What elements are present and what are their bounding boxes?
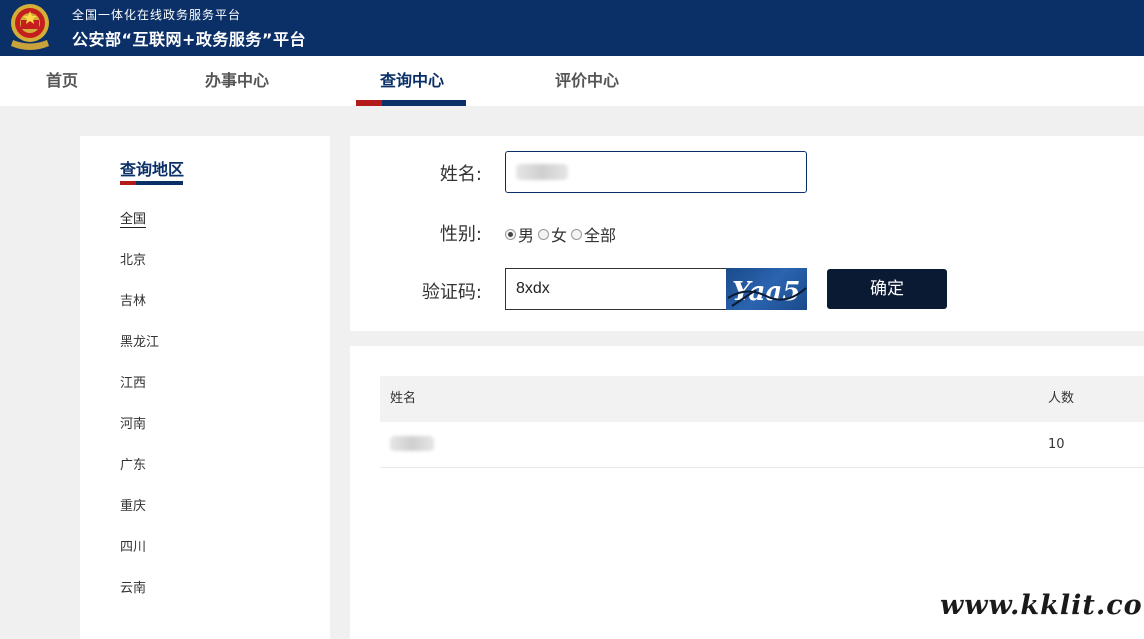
region-item-jiangxi[interactable]: 江西 bbox=[120, 372, 159, 413]
region-sidebar: 查询地区 全国 北京 吉林 黑龙江 江西 河南 广东 重庆 四川 云南 bbox=[80, 136, 330, 639]
site-header: 全国一体化在线政务服务平台 公安部“互联网+政务服务”平台 bbox=[0, 0, 1144, 56]
query-form: 姓名: 性别: 男 女 全部 验证码: 8xdx Yaa5 确定 bbox=[350, 136, 1144, 331]
police-emblem-icon bbox=[11, 4, 49, 50]
region-item-guangdong[interactable]: 广东 bbox=[120, 454, 159, 495]
name-input[interactable] bbox=[505, 151, 807, 193]
column-header-name: 姓名 bbox=[390, 391, 417, 406]
region-item-sichuan[interactable]: 四川 bbox=[120, 536, 159, 577]
region-item-chongqing[interactable]: 重庆 bbox=[120, 495, 159, 536]
table-row: 10 bbox=[380, 422, 1144, 468]
region-item-heilongjiang[interactable]: 黑龙江 bbox=[120, 331, 159, 372]
captcha-image-icon: Yaa5 bbox=[727, 277, 807, 307]
column-header-count: 人数 bbox=[1048, 391, 1075, 406]
gender-all-label: 全部 bbox=[584, 226, 617, 245]
header-title: 公安部“互联网+政务服务”平台 bbox=[72, 30, 306, 49]
gender-female-label: 女 bbox=[551, 226, 568, 245]
gender-male-label: 男 bbox=[518, 226, 535, 245]
region-item-beijing[interactable]: 北京 bbox=[120, 249, 159, 290]
region-item-jilin[interactable]: 吉林 bbox=[120, 290, 159, 331]
radio-checked-icon bbox=[505, 228, 516, 240]
results-table-header: 姓名 人数 bbox=[380, 376, 1144, 422]
nav-evaluation-center[interactable]: 评价中心 bbox=[555, 56, 619, 106]
gender-label: 性别: bbox=[439, 224, 482, 245]
nav-query-center[interactable]: 查询中心 bbox=[380, 56, 444, 106]
region-item-nationwide[interactable]: 全国 bbox=[120, 208, 159, 249]
region-list: 全国 北京 吉林 黑龙江 江西 河南 广东 重庆 四川 云南 bbox=[120, 208, 159, 618]
gender-radio-male[interactable]: 男 bbox=[505, 222, 534, 246]
gender-radio-female[interactable]: 女 bbox=[538, 222, 567, 246]
blurred-name-cell bbox=[390, 436, 434, 451]
header-subtitle: 全国一体化在线政务服务平台 bbox=[72, 8, 242, 22]
main-nav: 首页 办事中心 查询中心 评价中心 bbox=[0, 56, 1144, 106]
sidebar-title-underline bbox=[120, 181, 183, 185]
submit-button[interactable]: 确定 bbox=[827, 269, 947, 309]
gender-radio-all[interactable]: 全部 bbox=[571, 222, 616, 246]
nav-home[interactable]: 首页 bbox=[46, 56, 78, 106]
nav-service-center[interactable]: 办事中心 bbox=[205, 56, 269, 106]
captcha-image[interactable]: Yaa5 bbox=[726, 268, 807, 310]
sidebar-title: 查询地区 bbox=[120, 160, 185, 179]
blurred-name-value bbox=[516, 164, 568, 180]
radio-unchecked-icon bbox=[538, 228, 550, 240]
watermark: www.kklit.com bbox=[940, 590, 1144, 621]
radio-unchecked-icon bbox=[571, 228, 583, 240]
region-item-henan[interactable]: 河南 bbox=[120, 413, 159, 454]
name-label: 姓名: bbox=[439, 164, 482, 185]
captcha-input[interactable]: 8xdx bbox=[505, 268, 727, 310]
region-item-yunnan[interactable]: 云南 bbox=[120, 577, 159, 618]
count-cell: 10 bbox=[1048, 437, 1065, 452]
nav-active-indicator bbox=[356, 100, 466, 106]
gender-radio-group: 男 女 全部 bbox=[505, 222, 620, 246]
captcha-label: 验证码: bbox=[421, 282, 482, 303]
